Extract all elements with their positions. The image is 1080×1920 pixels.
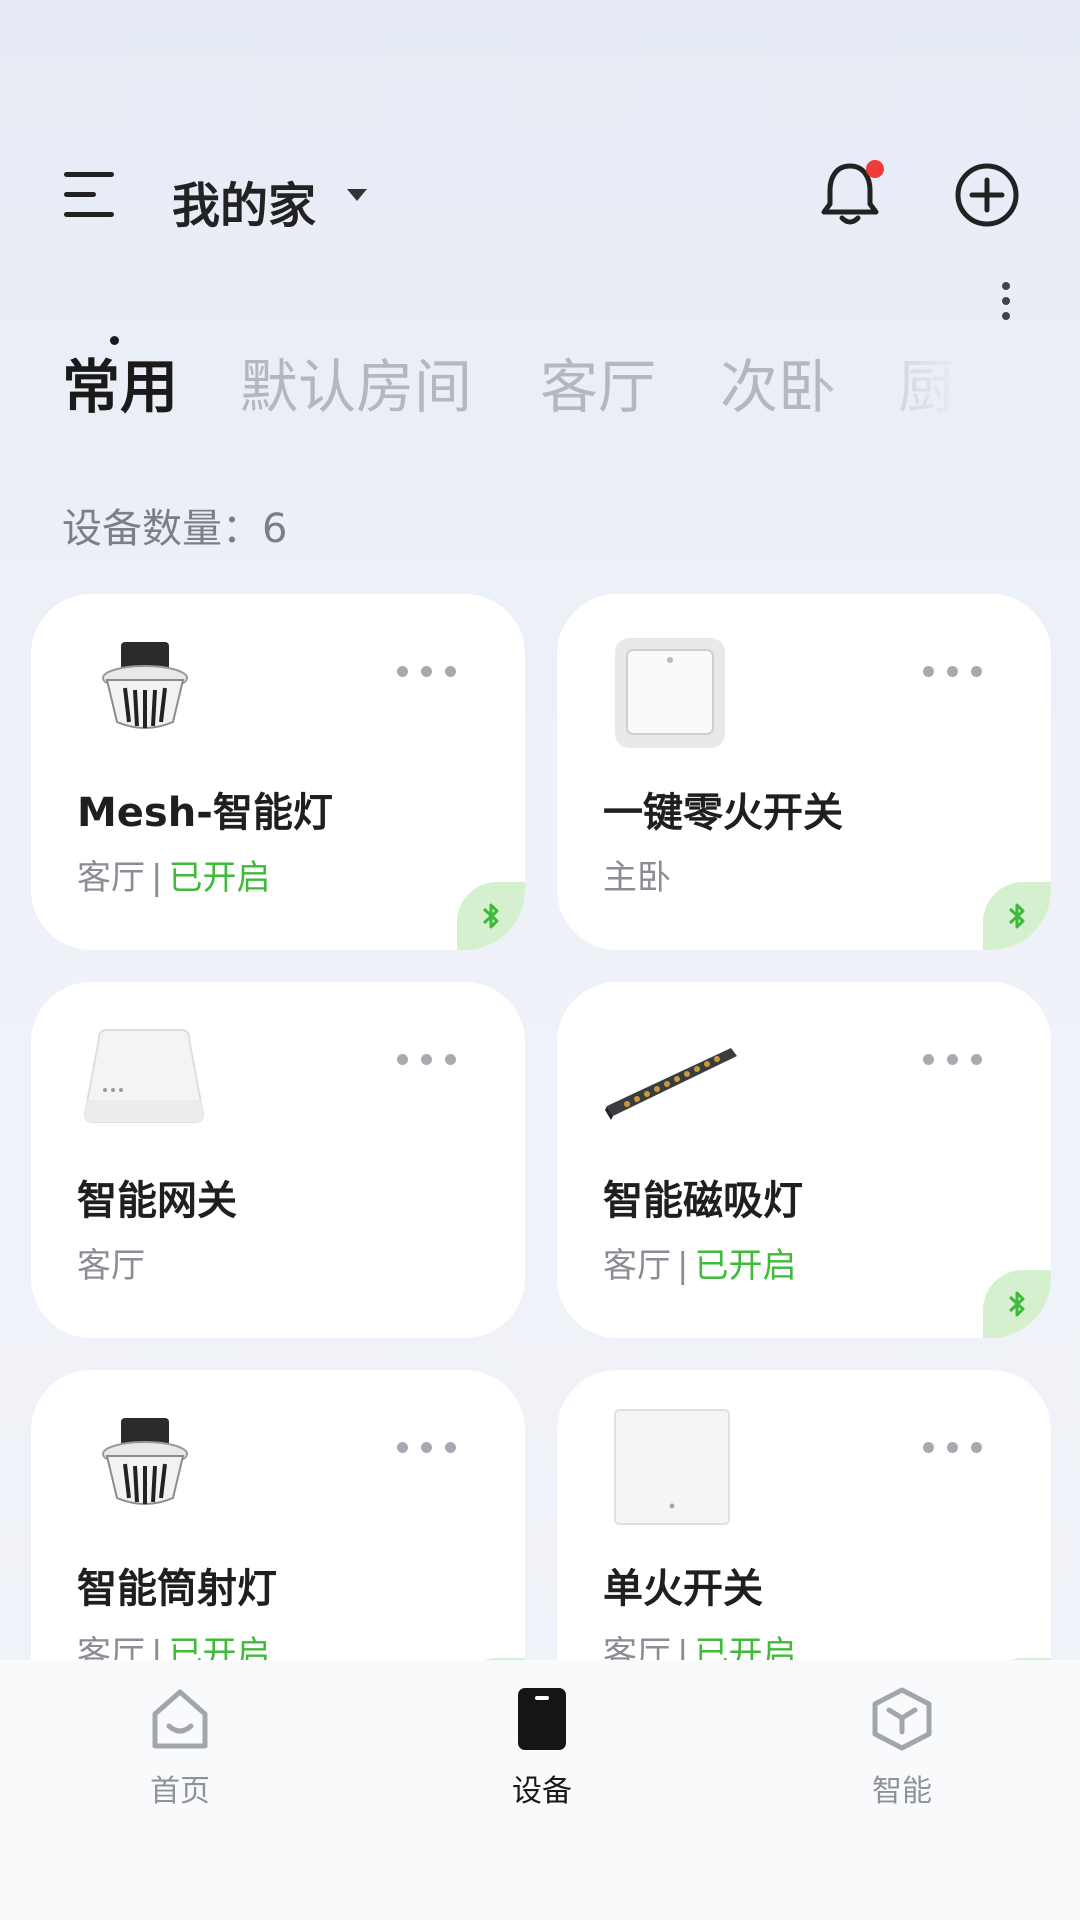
- caret-down-icon[interactable]: [347, 189, 367, 201]
- device-meta: 客厅: [77, 1238, 145, 1287]
- device-count: 设备数量：6: [62, 506, 288, 552]
- device-meta: 主卧: [603, 850, 671, 899]
- tab-living-room[interactable]: 客厅: [540, 340, 656, 420]
- device-card[interactable]: 一键零火开关 主卧: [557, 594, 1051, 950]
- device-card[interactable]: Mesh-智能灯 客厅 | 已开启: [31, 594, 525, 950]
- more-options-icon[interactable]: [923, 1054, 983, 1066]
- home-icon: [152, 1689, 208, 1749]
- magnetic-light-icon: [605, 1048, 737, 1120]
- nav-home-label: 首页: [150, 1774, 210, 1809]
- device-room: 客厅: [603, 1246, 671, 1286]
- device-name: 单火开关: [603, 1566, 763, 1612]
- nav-smart[interactable]: 智能: [822, 1684, 982, 1810]
- downlight-icon: [102, 1418, 188, 1505]
- more-options-icon[interactable]: [923, 666, 983, 678]
- device-meta: 客厅 | 已开启: [603, 1246, 797, 1286]
- device-status: 已开启: [168, 858, 271, 898]
- notification-dot: [866, 160, 884, 178]
- nav-smart-label: 智能: [872, 1774, 932, 1809]
- device-name: 智能磁吸灯: [603, 1178, 803, 1224]
- more-vertical-icon[interactable]: [996, 282, 1016, 322]
- menu-icon[interactable]: [64, 172, 120, 218]
- tab-second-bedroom[interactable]: 次卧: [720, 340, 836, 420]
- tab-default-room[interactable]: 默认房间: [240, 340, 472, 420]
- downlight-icon: [102, 642, 188, 729]
- more-options-icon[interactable]: [923, 1442, 983, 1454]
- more-options-icon[interactable]: [397, 666, 457, 678]
- top-bar: 我的家: [0, 150, 1080, 240]
- home-selector[interactable]: 我的家: [172, 166, 316, 236]
- panel-switch-icon: [614, 1409, 730, 1525]
- bluetooth-badge: [457, 882, 525, 950]
- device-room: 客厅: [77, 858, 145, 898]
- device-card[interactable]: 智能网关 客厅: [31, 982, 525, 1338]
- device-name: Mesh-智能灯: [77, 790, 333, 836]
- add-circle-icon[interactable]: [954, 162, 1020, 228]
- bottom-nav: 首页 设备 智能: [0, 1660, 1080, 1920]
- tab-common[interactable]: 常用: [62, 340, 178, 420]
- bluetooth-icon: [1008, 903, 1025, 929]
- nav-devices-label: 设备: [512, 1774, 572, 1809]
- more-options-icon[interactable]: [397, 1442, 457, 1454]
- gateway-icon: [83, 1029, 205, 1123]
- nav-devices[interactable]: 设备: [462, 1684, 622, 1810]
- device-room: 客厅: [77, 1246, 145, 1286]
- device-name: 智能网关: [77, 1178, 237, 1224]
- nav-home[interactable]: 首页: [100, 1684, 260, 1810]
- more-options-icon[interactable]: [397, 1054, 457, 1066]
- device-status: 已开启: [694, 1246, 797, 1286]
- device-name: 一键零火开关: [603, 790, 843, 836]
- room-tabs: 常用 默认房间 客厅 次卧 厨: [0, 340, 960, 420]
- device-icon: [518, 1688, 566, 1750]
- device-meta: 客厅 | 已开启: [77, 858, 271, 898]
- device-room: 主卧: [603, 858, 671, 898]
- bluetooth-badge: [983, 882, 1051, 950]
- bluetooth-icon: [1008, 1291, 1025, 1317]
- bluetooth-icon: [482, 903, 499, 929]
- wall-switch-icon: [615, 638, 725, 748]
- device-name: 智能筒射灯: [77, 1566, 277, 1612]
- smart-cube-icon: [872, 1687, 932, 1751]
- device-card[interactable]: 智能磁吸灯 客厅 | 已开启: [557, 982, 1051, 1338]
- tab-kitchen[interactable]: 厨: [898, 340, 956, 420]
- bluetooth-badge: [983, 1270, 1051, 1338]
